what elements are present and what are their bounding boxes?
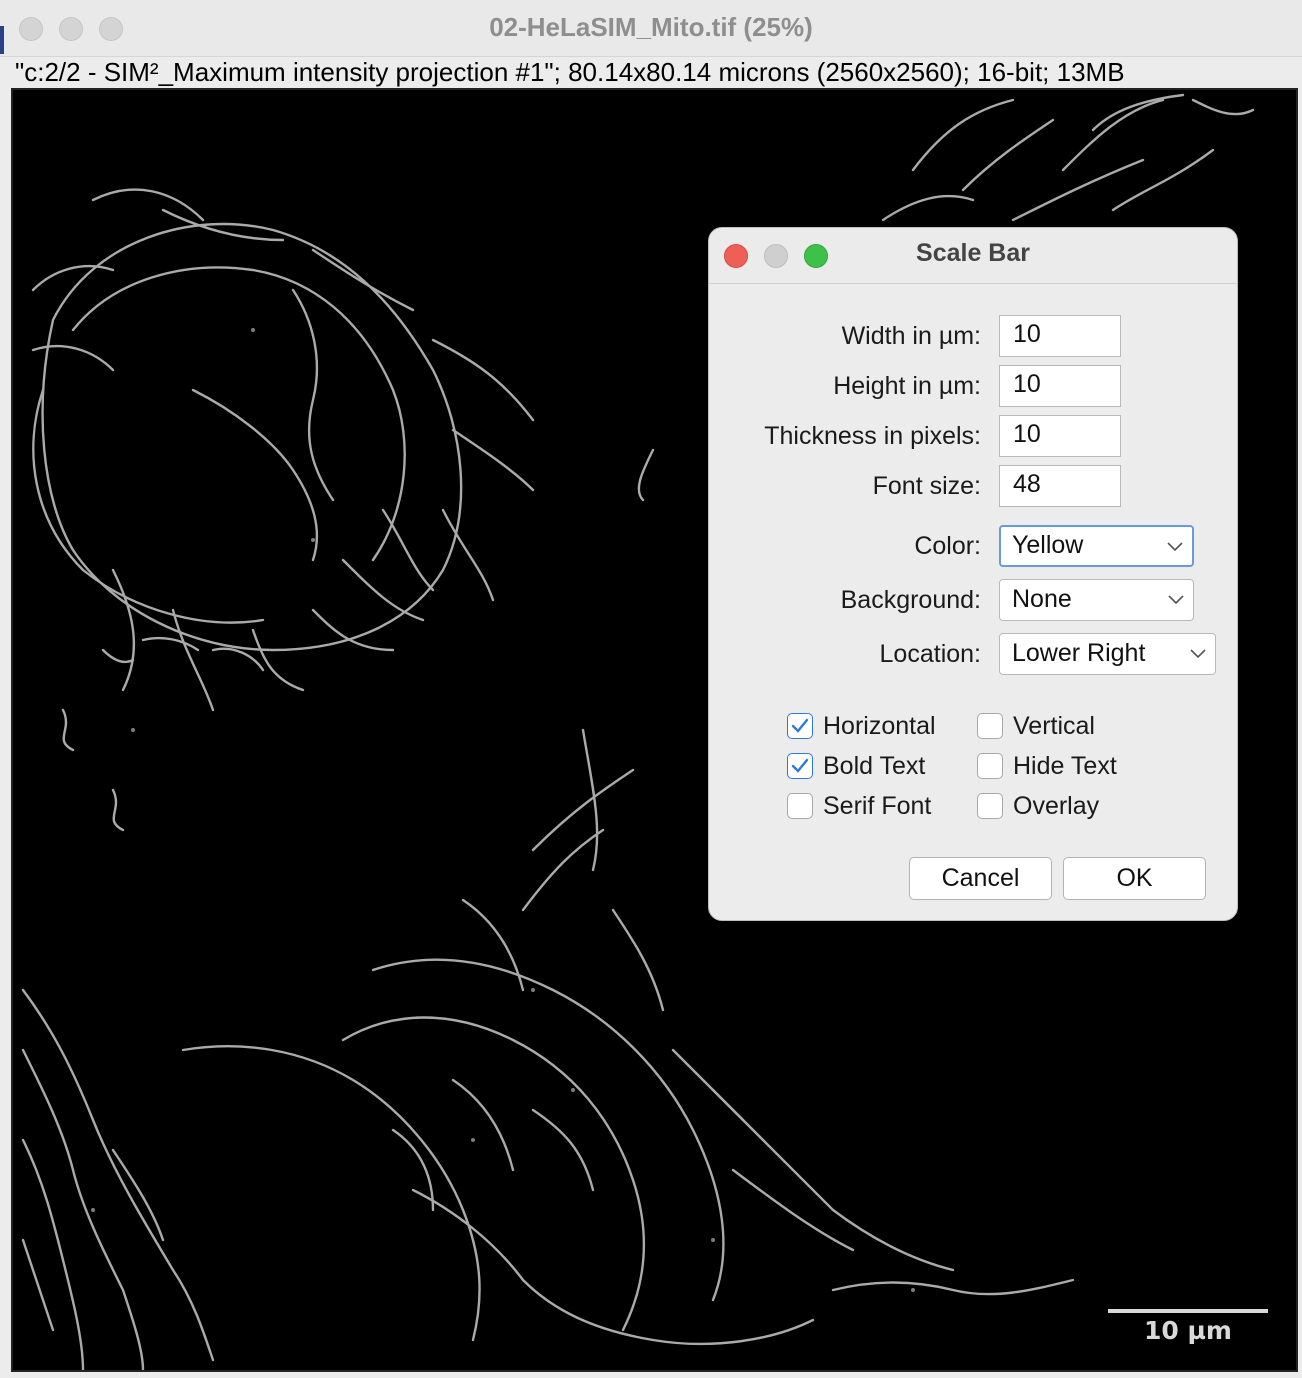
font-size-input[interactable]: 48 [999, 465, 1121, 507]
ok-button[interactable]: OK [1063, 857, 1206, 900]
location-label: Location: [879, 640, 981, 668]
horizontal-label[interactable]: Horizontal [823, 712, 936, 741]
dialog-title: Scale Bar [916, 239, 1030, 267]
overlay-label[interactable]: Overlay [1013, 792, 1099, 821]
chevron-down-icon [1190, 649, 1206, 659]
checkmark-icon [791, 718, 809, 733]
serif-font-checkbox[interactable] [787, 793, 813, 819]
color-select-value: Yellow [1012, 531, 1084, 559]
height-input[interactable]: 10 [999, 365, 1121, 407]
bold-text-label[interactable]: Bold Text [823, 752, 925, 781]
scale-bar-dialog: Scale Bar Width in µm: 10 Height in µm: … [708, 227, 1238, 921]
width-label: Width in µm: [841, 322, 981, 350]
hide-text-label[interactable]: Hide Text [1013, 752, 1117, 781]
horizontal-checkbox[interactable] [787, 713, 813, 739]
thickness-input[interactable]: 10 [999, 415, 1121, 457]
background-select-value: None [1012, 585, 1072, 613]
vertical-label[interactable]: Vertical [1013, 712, 1095, 741]
color-label: Color: [914, 532, 981, 560]
dialog-titlebar[interactable]: Scale Bar [709, 228, 1237, 284]
color-select[interactable]: Yellow [999, 525, 1194, 567]
image-info-line: "c:2/2 - SIM²_Maximum intensity projecti… [15, 57, 1125, 87]
hide-text-checkbox[interactable] [977, 753, 1003, 779]
chevron-down-icon [1167, 542, 1183, 552]
chevron-down-icon [1168, 595, 1184, 605]
overlay-checkbox[interactable] [977, 793, 1003, 819]
bold-text-checkbox[interactable] [787, 753, 813, 779]
serif-font-label[interactable]: Serif Font [823, 792, 931, 821]
vertical-checkbox[interactable] [977, 713, 1003, 739]
window-titlebar[interactable]: 02-HeLaSIM_Mito.tif (25%) [0, 0, 1302, 57]
location-select[interactable]: Lower Right [999, 633, 1216, 675]
window-title: 02-HeLaSIM_Mito.tif (25%) [489, 12, 813, 42]
scale-bar-line [1108, 1309, 1268, 1313]
scale-bar-label: 10 µm [1144, 1316, 1232, 1345]
edge-fragment [0, 26, 4, 54]
background-select[interactable]: None [999, 579, 1194, 621]
checkmark-icon [791, 758, 809, 773]
font-size-label: Font size: [872, 472, 981, 500]
height-label: Height in µm: [833, 372, 981, 400]
width-input[interactable]: 10 [999, 315, 1121, 357]
location-select-value: Lower Right [1012, 639, 1146, 667]
thickness-label: Thickness in pixels: [764, 422, 981, 450]
background-label: Background: [840, 586, 981, 614]
cancel-button[interactable]: Cancel [909, 857, 1052, 900]
